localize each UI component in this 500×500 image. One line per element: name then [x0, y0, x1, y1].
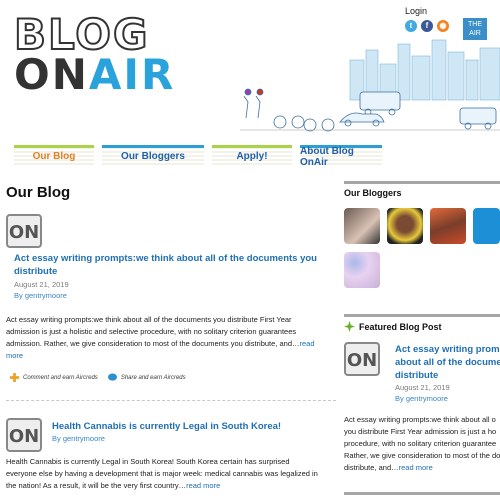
excerpt-line: admission. Rather, we give consideration…	[6, 339, 300, 348]
blogger-avatar[interactable]	[344, 208, 380, 244]
featured-excerpt-line: Act essay writing prompts:we think about…	[344, 415, 496, 424]
featured-title-link[interactable]: Act essay writing promp about all of the…	[395, 343, 500, 382]
tab-our-blog[interactable]: Our Blog	[14, 145, 94, 165]
post-title-link[interactable]: Act essay writing prompts:we think about…	[14, 252, 334, 278]
post-author-link[interactable]: By gentrymoore	[52, 434, 105, 443]
comment-link[interactable]: Comment and earn Aircreds	[23, 375, 98, 381]
tab-our-bloggers[interactable]: Our Bloggers	[102, 145, 204, 165]
featured-excerpt-line: distribute, and…	[344, 463, 399, 472]
post-excerpt: Health Cannabis is currently Legal in So…	[6, 456, 341, 492]
featured-title-line: Act essay writing promp	[395, 344, 500, 355]
tab-apply[interactable]: Apply!	[212, 145, 292, 165]
read-more-link-tail[interactable]: more	[6, 351, 23, 360]
post-title-line2: distribute	[14, 266, 58, 277]
page-title: Our Blog	[6, 184, 71, 201]
site-logo[interactable]: BLOG ONAIR	[13, 9, 174, 99]
excerpt-line: everyone else by having a development th…	[6, 469, 318, 478]
blogger-avatar[interactable]	[473, 208, 500, 244]
post-title-link[interactable]: Health Cannabis is currently Legal in So…	[52, 420, 342, 433]
sidebar-divider	[344, 492, 500, 495]
featured-excerpt-line: you distribute First Year admission is j…	[344, 427, 497, 436]
read-more-link[interactable]: read	[300, 339, 315, 348]
featured-date: August 21, 2019	[395, 383, 450, 392]
post-title-line1: Act essay writing prompts:we think about…	[14, 253, 317, 264]
blogger-avatar[interactable]	[344, 252, 380, 288]
post-author-link[interactable]: By gentrymoore	[14, 291, 67, 300]
logo-onair-text: ONAIR	[14, 50, 176, 99]
featured-title-line: distribute	[395, 370, 439, 381]
excerpt-line: the nation! As a result, it will be the …	[6, 481, 187, 490]
featured-title-line: about all of the docume	[395, 357, 500, 368]
excerpt-line: admission is just a holistic and selecti…	[6, 327, 297, 336]
sidebar-divider	[344, 181, 500, 184]
plus-icon	[10, 373, 19, 382]
main-nav: Our Blog Our Bloggers Apply! About Blog …	[14, 145, 382, 168]
star-icon	[344, 321, 355, 332]
share-link[interactable]: Share and earn Aircreds	[121, 375, 186, 381]
blogger-avatar[interactable]	[430, 208, 466, 244]
login-link[interactable]: Login	[405, 6, 427, 16]
featured-excerpt-line: Rather, we give consideration to most of…	[344, 451, 500, 460]
city-illustration	[240, 39, 500, 132]
badge-line1: THE	[468, 21, 482, 28]
tab-about[interactable]: About Blog OnAir	[300, 145, 382, 168]
post-avatar-logo: ON	[6, 214, 42, 248]
excerpt-line: Act essay writing prompts:we think about…	[6, 315, 292, 324]
bloggers-heading: Our Bloggers	[344, 188, 402, 198]
excerpt-line: Health Cannabis is currently Legal in So…	[6, 457, 290, 466]
featured-read-more-link[interactable]: read more	[399, 463, 433, 472]
featured-heading: Featured Blog Post	[359, 322, 442, 332]
blogger-avatar[interactable]	[387, 208, 423, 244]
featured-excerpt-line: procedure, with no solitary criterion gu…	[344, 439, 497, 448]
read-more-link[interactable]: read more	[186, 481, 220, 490]
featured-avatar-logo: ON	[344, 342, 380, 376]
featured-author-link[interactable]: By gentrymoore	[395, 394, 448, 403]
sidebar-divider	[344, 314, 500, 317]
post-divider	[6, 400, 336, 401]
featured-excerpt: Act essay writing prompts:we think about…	[344, 414, 500, 474]
post-actions: Comment and earn Aircreds Share and earn…	[10, 373, 186, 382]
share-icon	[107, 373, 117, 381]
post-avatar-logo: ON	[6, 418, 42, 452]
post-excerpt: Act essay writing prompts:we think about…	[6, 314, 336, 362]
post-date: August 21, 2019	[14, 280, 69, 289]
